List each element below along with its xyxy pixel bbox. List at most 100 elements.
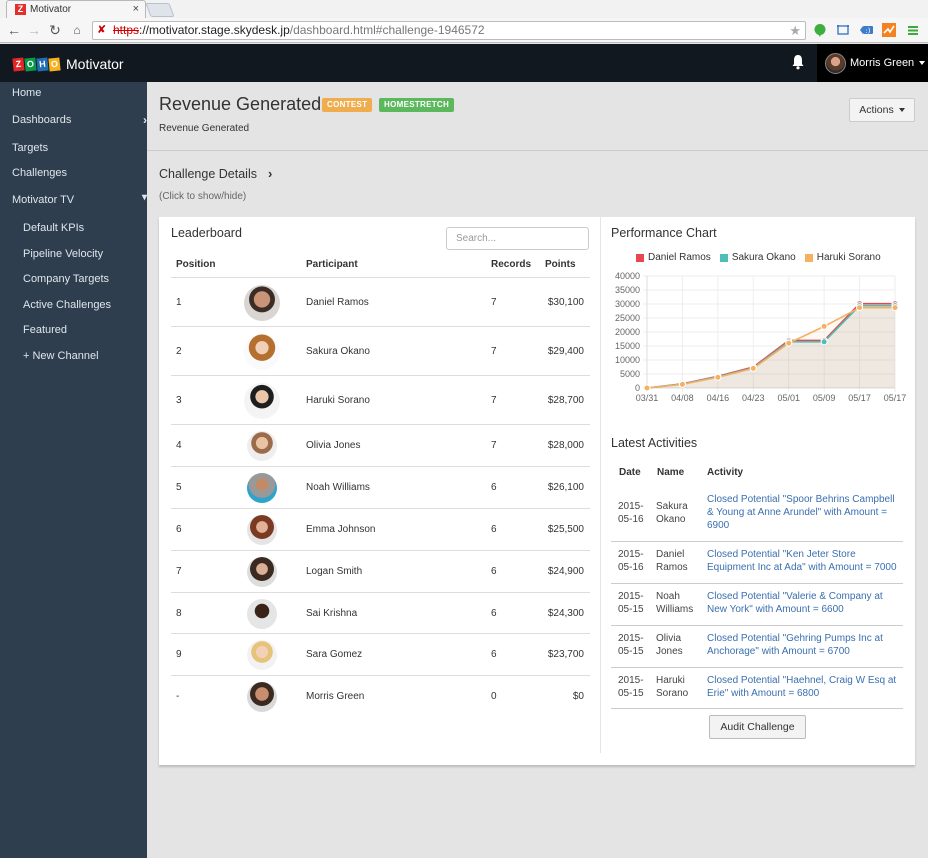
participant-name: Haruki Sorano (306, 394, 370, 406)
x-tick-label: 04/08 (671, 393, 694, 403)
leaderboard-row[interactable]: 5 Noah Williams 6 $26,100 (171, 466, 590, 508)
legend-item[interactable]: Haruki Sorano (804, 252, 881, 263)
sidebar-item-company-targets[interactable]: Company Targets (23, 273, 109, 285)
performance-chart-title: Performance Chart (611, 226, 717, 240)
home-icon[interactable]: ⌂ (69, 22, 85, 38)
user-menu[interactable]: Morris Green (817, 44, 928, 82)
leaderboard-row[interactable]: 8 Sai Krishna 6 $24,300 (171, 592, 590, 633)
leaderboard-row[interactable]: 4 Olivia Jones 7 $28,000 (171, 424, 590, 466)
legend-swatch (636, 253, 644, 262)
sidebar-item-targets[interactable]: Targets (12, 142, 48, 154)
forward-icon[interactable]: → (26, 22, 42, 38)
column-divider (600, 217, 601, 753)
bell-icon[interactable] (791, 54, 805, 70)
points-cell: $24,300 (547, 607, 584, 619)
column-header-records: Records (491, 259, 532, 270)
leaderboard-row[interactable]: 2 Sakura Okano 7 $29,400 (171, 326, 590, 375)
sidebar-item-default-kpis[interactable]: Default KPIs (23, 222, 84, 234)
legend-label: Sakura Okano (731, 252, 796, 263)
chevron-right-icon[interactable]: › (268, 166, 272, 181)
records-cell: 6 (491, 524, 497, 535)
sidebar-item-label: Company Targets (23, 273, 110, 285)
activity-link[interactable]: Closed Potential "Gehring Pumps Inc at A… (707, 632, 903, 658)
activity-link[interactable]: Closed Potential "Valerie & Company at N… (707, 590, 903, 616)
activity-link[interactable]: Closed Potential "Spoor Behrins Campbell… (707, 493, 903, 532)
participant-name: Olivia Jones (306, 440, 361, 451)
activity-link[interactable]: Closed Potential "Ken Jeter Store Equipm… (707, 548, 903, 574)
data-point (856, 304, 864, 312)
y-tick-label: 40000 (615, 271, 640, 281)
sidebar-item-label: Default KPIs (23, 222, 85, 234)
tab-close-icon[interactable]: × (133, 3, 139, 15)
svg-text::): :) (865, 27, 870, 35)
records-cell: 7 (491, 296, 497, 308)
back-icon[interactable]: ← (6, 22, 22, 38)
new-tab-button[interactable] (145, 3, 175, 17)
zoho-motivator-logo[interactable]: Z O H O Motivator (12, 56, 124, 72)
tag-extension-icon[interactable]: :) (860, 23, 874, 37)
sidebar-item-home[interactable]: Home (12, 87, 140, 99)
screenshot-extension-icon[interactable] (836, 23, 850, 37)
x-tick-label: 05/17 (884, 393, 907, 403)
performance-chart: 0 5000 10000 15000 20000 25000 30000 35000 40000… (615, 271, 907, 403)
leaderboard-search-input[interactable] (446, 227, 589, 250)
challenge-details-toggle[interactable]: Challenge Details (159, 167, 257, 181)
records-cell: 7 (491, 394, 497, 406)
legend-swatch (719, 253, 728, 262)
participant-name: Sakura Okano (306, 345, 370, 357)
points-cell: $28,700 (547, 394, 584, 406)
leaderboard-row[interactable]: - Morris Green 0 $0 (171, 675, 590, 717)
address-bar[interactable]: ✘ https://motivator.stage.skydesk.jp/das… (92, 21, 806, 40)
legend-label: Daniel Ramos (648, 252, 711, 263)
sidebar-item-challenges[interactable]: Challenges (12, 167, 67, 179)
sidebar-item-featured[interactable]: Featured (23, 324, 67, 336)
position-cell: 9 (176, 649, 182, 660)
bookmark-star-icon[interactable]: ★ (789, 22, 801, 39)
actions-dropdown-button[interactable]: Actions (849, 98, 915, 122)
participant-avatar (247, 515, 277, 545)
sidebar-item-active-challenges[interactable]: Active Challenges (23, 299, 111, 311)
activity-row: 2015-05-15 Haruki Sorano Closed Potential … (611, 668, 903, 709)
participant-avatar (247, 473, 277, 503)
audit-challenge-button[interactable]: Audit Challenge (709, 715, 806, 739)
sidebar-item-new-channel[interactable]: + New Channel (23, 350, 99, 362)
participant-name: Noah Williams (306, 482, 370, 493)
analytics-extension-icon[interactable] (882, 23, 896, 37)
menu-icon[interactable] (906, 23, 920, 37)
legend-item[interactable]: Sakura Okano (719, 252, 796, 263)
records-cell: 6 (491, 649, 497, 660)
leaderboard-row[interactable]: 3 Haruki Sorano 7 $28,700 (171, 375, 590, 424)
page-title: Revenue Generated (159, 94, 322, 114)
participant-avatar (244, 333, 280, 370)
logo-letter: H (36, 56, 49, 72)
browser-tab[interactable]: Z Motivator × (6, 0, 146, 18)
data-point (714, 373, 722, 381)
position-cell: 2 (176, 345, 182, 357)
app-name: Motivator (66, 56, 124, 72)
leaderboard-row[interactable]: 6 Emma Johnson 6 $25,500 (171, 508, 590, 550)
sidebar-item-label: Dashboards (12, 114, 72, 126)
sidebar-item-pipeline-velocity[interactable]: Pipeline Velocity (23, 248, 103, 260)
activity-link[interactable]: Closed Potential "Haehnel, Craig W Esq a… (707, 674, 903, 700)
sidebar-item-motivator-tv[interactable]: Motivator TV ▾ (12, 192, 147, 206)
sidebar: Home Dashboards › Targets Challenges Moti… (0, 82, 147, 858)
participant-avatar (247, 431, 277, 461)
user-name: Morris Green (850, 57, 915, 69)
y-tick-label: 5000 (620, 369, 640, 379)
chevron-down-icon: ▾ (141, 192, 147, 203)
evernote-extension-icon[interactable] (813, 23, 827, 37)
leaderboard-row[interactable]: 9 Sara Gomez 6 $23,700 (171, 633, 590, 675)
legend-label: Haruki Sorano (816, 252, 881, 263)
activity-row: 2015-05-15 Olivia Jones Closed Potential "… (611, 626, 903, 668)
column-header-participant: Participant (306, 259, 358, 270)
sidebar-item-dashboards[interactable]: Dashboards › (12, 113, 147, 127)
legend-item[interactable]: Daniel Ramos (636, 252, 711, 263)
leaderboard-row[interactable]: 1 Daniel Ramos 7 $30,100 (171, 277, 590, 326)
url-path: /dashboard.html#challenge-1946572 (289, 23, 485, 37)
points-cell: $24,900 (547, 566, 584, 577)
position-cell: 3 (176, 394, 182, 406)
activity-date: 2015-05-16 (618, 501, 644, 525)
reload-icon[interactable]: ↻ (47, 22, 63, 38)
leaderboard-row[interactable]: 7 Logan Smith 6 $24,900 (171, 550, 590, 592)
data-point (785, 339, 793, 347)
